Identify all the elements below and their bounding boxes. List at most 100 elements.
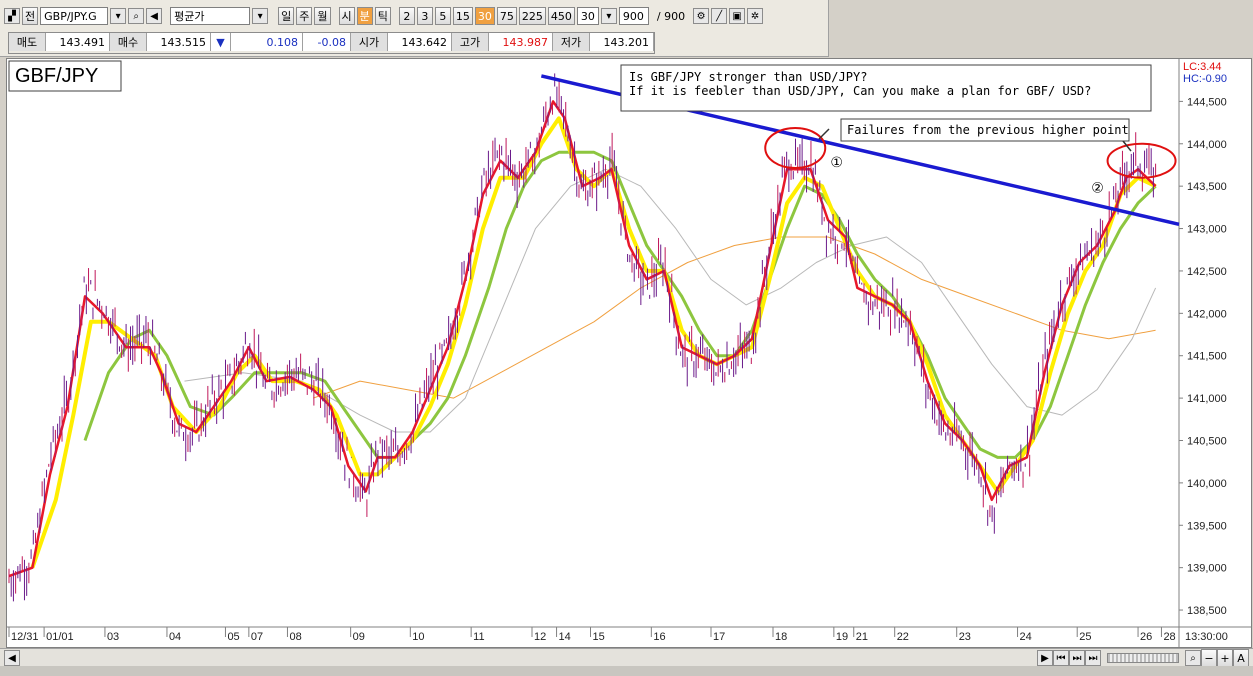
y-tick-label: 139,000 — [1187, 563, 1227, 575]
buy-label: 매수 — [110, 33, 147, 51]
search-icon[interactable]: ⌕ — [128, 8, 145, 24]
interval-225-button[interactable]: 225 — [518, 7, 546, 25]
period-week-button[interactable]: 주 — [296, 7, 313, 25]
settings-icon[interactable]: ⚙ — [693, 8, 710, 24]
y-tick-label: 144,500 — [1187, 96, 1227, 108]
rewind-icon[interactable]: ⏮ — [1053, 650, 1069, 666]
sell-label: 매도 — [9, 33, 46, 51]
x-tick-label: 04 — [169, 631, 181, 643]
zoom-slider[interactable] — [1107, 653, 1179, 663]
chevron-down-icon[interactable]: ▾ — [252, 8, 269, 24]
interval-2-button[interactable]: 2 — [398, 7, 415, 25]
period-minute-button[interactable]: 분 — [356, 7, 373, 25]
low-label: 저가 — [553, 33, 590, 51]
price-chart: 144,500 144,000 143,500 143,000 142,500 142,0… — [7, 59, 1251, 647]
down-arrow-icon: ▼ — [211, 33, 231, 51]
annotation-text: Failures from the previous higher point — [847, 123, 1129, 137]
scroll-left-icon[interactable]: ◀ — [4, 650, 20, 666]
pointer-arrow — [818, 128, 830, 140]
end-icon[interactable]: ⏭ — [1085, 650, 1101, 666]
interval-450-button[interactable]: 450 — [547, 7, 575, 25]
period-tick-button[interactable]: 틱 — [374, 7, 391, 25]
x-tick-label: 14 — [559, 631, 571, 643]
period-day-button[interactable]: 일 — [278, 7, 295, 25]
marker-1: ① — [830, 155, 843, 171]
x-tick-label: 09 — [353, 631, 365, 643]
x-tick-label: 12 — [534, 631, 546, 643]
y-tick-label: 139,500 — [1187, 520, 1227, 532]
interval-input[interactable]: 30 — [576, 7, 599, 25]
line-tool-icon[interactable]: ╱ — [711, 8, 728, 24]
chart-title: GBF/JPY — [15, 65, 98, 87]
chart-icon[interactable]: ▞ — [4, 8, 20, 24]
x-tick-label: 22 — [897, 631, 909, 643]
price-type-select[interactable]: 평균가 — [170, 7, 251, 25]
x-tick-label: 11 — [473, 631, 484, 643]
lc-label: LC:3.44 — [1183, 61, 1222, 73]
count-total: / 900 — [656, 9, 686, 23]
x-tick-label: 23 — [959, 631, 971, 643]
chevron-down-icon[interactable]: ▾ — [600, 8, 617, 24]
zoom-out-button[interactable]: − — [1201, 649, 1217, 667]
symbol-input[interactable]: GBP/JPY.G — [40, 7, 109, 25]
zoom-icon[interactable]: ⌕ — [1185, 650, 1201, 666]
play-icon[interactable]: ▶ — [1037, 650, 1053, 666]
prefix-button[interactable]: 전 — [22, 7, 39, 25]
forward-icon[interactable]: ⏭ — [1069, 650, 1085, 666]
y-tick-label: 138,500 — [1187, 605, 1227, 617]
auto-button[interactable]: A — [1233, 649, 1249, 667]
high-label: 고가 — [452, 33, 489, 51]
x-tick-label: 05 — [227, 631, 239, 643]
buy-value: 143.515 — [147, 33, 211, 51]
x-tick-label: 24 — [1020, 631, 1032, 643]
low-value: 143.201 — [590, 33, 654, 51]
question-line: Is GBF/JPY stronger than USD/JPY? — [629, 70, 867, 84]
marker-2: ② — [1091, 180, 1104, 196]
y-tick-label: 144,000 — [1187, 139, 1227, 151]
interval-15-button[interactable]: 15 — [452, 7, 473, 25]
count-input[interactable]: 900 — [618, 7, 649, 25]
hc-label: HC:-0.90 — [1183, 73, 1227, 85]
y-tick-label: 140,500 — [1187, 435, 1227, 447]
x-tick-label: 15 — [592, 631, 604, 643]
chart-panel[interactable]: 144,500 144,000 143,500 143,000 142,500 142,0… — [6, 58, 1252, 648]
toolbar: ▞ 전 GBP/JPY.G ▾ ⌕ ◀ 평균가 ▾ 일 주 월 시 분 틱 2 … — [0, 0, 829, 57]
x-tick-label: 21 — [856, 631, 868, 643]
period-month-button[interactable]: 월 — [314, 7, 331, 25]
change-value: 0.108 — [231, 33, 303, 51]
y-tick-label: 142,000 — [1187, 308, 1227, 320]
x-tick-label: 16 — [653, 631, 665, 643]
period-hour-button[interactable]: 시 — [338, 7, 355, 25]
ma-orange-line — [313, 236, 1156, 399]
x-tick-label: 03 — [107, 631, 119, 643]
interval-3-button[interactable]: 3 — [416, 7, 433, 25]
image-icon[interactable]: ▣ — [729, 8, 746, 24]
chart-scrollbar[interactable]: ◀ ▶ ⏮ ⏭ ⏭ ⌕ − + A — [0, 648, 1253, 667]
y-tick-label: 141,500 — [1187, 351, 1227, 363]
zoom-in-button[interactable]: + — [1217, 649, 1233, 667]
speaker-icon[interactable]: ◀ — [146, 8, 163, 24]
dropdown-icon[interactable]: ▾ — [110, 8, 127, 24]
x-tick-label: 18 — [775, 631, 787, 643]
y-tick-label: 143,000 — [1187, 224, 1227, 236]
question-line: If it is feebler than USD/JPY, Can you m… — [629, 84, 1091, 98]
gear-icon[interactable]: ✲ — [747, 8, 764, 24]
open-value: 143.642 — [388, 33, 452, 51]
interval-75-button[interactable]: 75 — [496, 7, 517, 25]
y-tick-label: 140,000 — [1187, 478, 1227, 490]
change-pct: -0.08 — [303, 33, 351, 51]
toolbar-row: ▞ 전 GBP/JPY.G ▾ ⌕ ◀ 평균가 ▾ 일 주 월 시 분 틱 2 … — [4, 6, 764, 26]
sell-value: 143.491 — [46, 33, 110, 51]
status-strip — [0, 666, 1253, 676]
time-label: 13:30:00 — [1185, 631, 1228, 643]
x-tick-label: 01/01 — [46, 631, 74, 643]
x-tick-label: 12/31 — [11, 631, 39, 643]
interval-30-button[interactable]: 30 — [474, 7, 495, 25]
x-tick-label: 25 — [1079, 631, 1091, 643]
ma-yellow-line — [30, 116, 1157, 569]
x-tick-label: 08 — [289, 631, 301, 643]
open-label: 시가 — [351, 33, 388, 51]
high-value: 143.987 — [489, 33, 553, 51]
x-tick-label: 07 — [251, 631, 263, 643]
interval-5-button[interactable]: 5 — [434, 7, 451, 25]
